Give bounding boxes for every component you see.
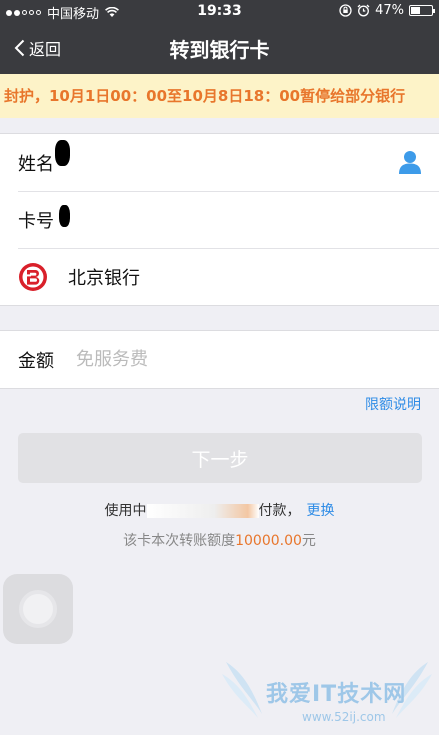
quota-unit: 元	[301, 533, 316, 549]
assistive-touch-button[interactable]	[3, 574, 73, 644]
beijing-bank-logo-icon	[19, 262, 47, 291]
name-redaction	[55, 139, 70, 166]
next-step-button[interactable]: 下一步	[18, 433, 422, 483]
watermark: 我爱IT技术网 www.52ij.com	[222, 658, 432, 733]
name-row[interactable]: 姓名	[0, 134, 439, 191]
payment-suffix: 付款，	[258, 503, 301, 519]
limit-info-link[interactable]: 限额说明	[365, 394, 421, 414]
watermark-url: www.52ij.com	[302, 710, 386, 724]
quota-amount: 10000.00	[235, 533, 302, 549]
card-label: 卡号	[18, 210, 54, 232]
rotation-lock-icon	[339, 4, 352, 17]
transfer-quota-line: 该卡本次转账额度10000.00元	[0, 530, 439, 550]
payment-method-line: 使用中 付款， 更换	[0, 500, 439, 520]
recipient-group: 姓名 卡号 北京银行	[0, 133, 439, 306]
payment-prefix: 使用中	[104, 503, 147, 519]
battery-percent: 47%	[375, 3, 404, 18]
page-title: 转到银行卡	[169, 38, 270, 62]
quota-prefix: 该卡本次转账额度	[123, 533, 236, 549]
nav-bar: 返回 转到银行卡	[0, 22, 439, 74]
card-row[interactable]: 卡号	[0, 191, 439, 248]
amount-input[interactable]	[74, 348, 378, 371]
amount-row: 金额	[0, 331, 439, 388]
notice-text: 封护，10月1日00：00至10月8日18：00暂停给部分银行	[4, 87, 406, 105]
status-bar: 中国移动 19:33 47%	[0, 0, 439, 22]
bank-row[interactable]: 北京银行	[0, 248, 439, 305]
payment-card-redaction	[146, 504, 259, 518]
change-card-link[interactable]: 更换	[307, 503, 335, 519]
name-label: 姓名	[18, 153, 54, 175]
assistive-touch-icon	[19, 590, 57, 628]
watermark-title: 我爱IT技术网	[266, 682, 407, 707]
alarm-icon	[357, 4, 370, 17]
battery-icon	[409, 5, 435, 16]
amount-label: 金额	[18, 350, 54, 372]
notice-banner: 封护，10月1日00：00至10月8日18：00暂停给部分银行	[0, 74, 439, 118]
status-right: 47%	[339, 3, 435, 18]
amount-group: 金额	[0, 330, 439, 389]
contact-icon[interactable]	[399, 150, 421, 174]
card-redaction	[59, 204, 70, 227]
bank-name: 北京银行	[68, 267, 140, 289]
